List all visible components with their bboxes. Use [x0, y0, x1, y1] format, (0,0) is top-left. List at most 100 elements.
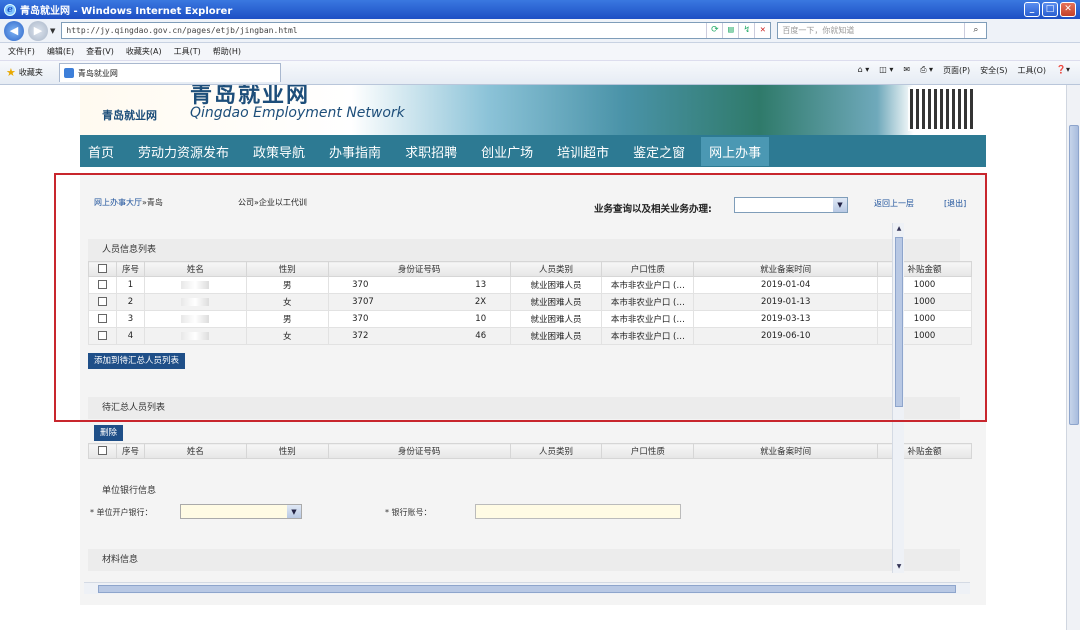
row-id: 370 10	[327, 310, 511, 328]
inner-scroll-thumb[interactable]	[895, 237, 903, 407]
stop-icon[interactable]: ✕	[754, 23, 770, 38]
favorites-star-icon[interactable]: ★	[6, 66, 16, 79]
delete-button[interactable]: 删除	[94, 425, 124, 441]
bank-account-input[interactable]	[475, 504, 681, 519]
page-scroll-thumb[interactable]	[1069, 125, 1079, 425]
col-header: 户口性质	[601, 261, 695, 277]
nav-appraisal[interactable]: 鉴定之窗	[633, 142, 685, 161]
row-checkbox[interactable]	[97, 331, 107, 340]
business-query-label: 业务查询以及相关业务办理:	[594, 204, 712, 215]
menu-file[interactable]: 文件(F)	[8, 46, 35, 57]
page-menu[interactable]: 页面(P)	[943, 65, 970, 76]
chevron-down-icon[interactable]: ▼	[287, 505, 301, 518]
table-row[interactable]: 4 女 372 46 就业困难人员 本市非农业户口 (… 2019-06-10 1…	[88, 327, 972, 345]
history-dropdown-icon[interactable]: ▼	[50, 27, 55, 35]
select-all-checkbox[interactable]	[97, 446, 107, 455]
row-id: 370 13	[327, 276, 511, 294]
breadcrumb-company: 公司»企业以工代训	[238, 197, 307, 208]
menu-tools[interactable]: 工具(T)	[174, 46, 201, 57]
row-checkbox[interactable]	[97, 314, 107, 323]
business-select[interactable]: ▼	[734, 197, 848, 213]
feeds-icon[interactable]: ◫ ▾	[879, 65, 893, 76]
go-icon[interactable]: ↯	[738, 23, 754, 38]
row-name	[143, 276, 247, 294]
add-to-pending-button[interactable]: 添加到待汇总人员列表	[88, 353, 186, 369]
maximize-button[interactable]: □	[1042, 2, 1058, 17]
url-field[interactable]: http://jy.qingdao.gov.cn/pages/etjb/jing…	[61, 22, 772, 39]
window-titlebar: e 青岛就业网 - Windows Internet Explorer _ □ …	[0, 0, 1080, 19]
menu-help[interactable]: 帮助(H)	[213, 46, 241, 57]
close-button[interactable]: ✕	[1060, 2, 1076, 17]
page-viewport: 青岛就业网 青岛就业网 Qingdao Employment Network 首…	[0, 85, 1066, 630]
forward-button[interactable]: ▶	[28, 20, 48, 41]
row-checkbox[interactable]	[97, 280, 107, 289]
favorites-label[interactable]: 收藏夹	[19, 67, 43, 78]
tools-menu[interactable]: 工具(O)	[1017, 65, 1046, 76]
tab-title: 青岛就业网	[77, 68, 118, 78]
col-header: 人员类别	[509, 261, 603, 277]
row-hukou: 本市非农业户口 (…	[601, 310, 695, 328]
table-row[interactable]: 1 男 370 13 就业困难人员 本市非农业户口 (… 2019-01-04 1…	[88, 276, 972, 294]
search-icon[interactable]: ⌕	[964, 23, 986, 38]
row-gender: 女	[245, 293, 329, 311]
col-header: 人员类别	[509, 443, 603, 459]
scroll-up-icon[interactable]: ▲	[893, 223, 905, 235]
menu-favorites[interactable]: 收藏夹(A)	[126, 46, 162, 57]
row-category: 就业困难人员	[509, 293, 603, 311]
row-id: 372 46	[327, 327, 511, 345]
horizontal-scroll-thumb[interactable]	[98, 585, 956, 593]
row-id: 3707 2X	[327, 293, 511, 311]
row-gender: 女	[245, 327, 329, 345]
nav-online-service[interactable]: 网上办事	[701, 136, 770, 166]
browser-tab[interactable]: 青岛就业网	[58, 63, 281, 82]
inner-horizontal-scrollbar[interactable]	[84, 582, 970, 594]
chevron-down-icon[interactable]: ▼	[833, 198, 847, 212]
breadcrumb: 网上办事大厅»青岛	[94, 197, 163, 208]
breadcrumb-hall-link[interactable]: 网上办事大厅	[94, 198, 142, 207]
col-header: 姓名	[143, 261, 247, 277]
nav-training[interactable]: 培训超市	[557, 142, 609, 161]
id-prefix: 370	[352, 280, 369, 290]
scroll-down-icon[interactable]: ▼	[893, 561, 905, 573]
site-nav: 首页 劳动力资源发布 政策导航 办事指南 求职招聘 创业广场 培训超市 鉴定之窗…	[80, 135, 986, 167]
safety-menu[interactable]: 安全(S)	[980, 65, 1007, 76]
id-prefix: 370	[352, 314, 369, 324]
menu-view[interactable]: 查看(V)	[86, 46, 114, 57]
compat-icon[interactable]: ▤	[722, 23, 738, 38]
bank-open-select[interactable]: ▼	[180, 504, 302, 519]
select-all-checkbox[interactable]	[97, 264, 107, 273]
col-header: 就业备案时间	[693, 261, 879, 277]
back-up-link[interactable]: 返回上一层	[874, 198, 914, 209]
home-icon[interactable]: ⌂ ▾	[858, 65, 870, 76]
redacted-name	[181, 280, 210, 289]
table-row[interactable]: 3 男 370 10 就业困难人员 本市非农业户口 (… 2019-03-13 1…	[88, 310, 972, 328]
qr-code-image	[908, 87, 978, 131]
refresh-icon[interactable]: ⟳	[706, 23, 722, 38]
row-checkbox[interactable]	[97, 297, 107, 306]
site-banner: 青岛就业网 青岛就业网 Qingdao Employment Network	[80, 85, 986, 135]
mail-icon[interactable]: ✉	[903, 65, 910, 76]
exit-link[interactable]: [退出]	[944, 198, 966, 209]
menu-edit[interactable]: 编辑(E)	[47, 46, 74, 57]
search-input[interactable]: 百度一下，你就知道 ⌕	[777, 22, 988, 39]
nav-policy[interactable]: 政策导航	[253, 142, 305, 161]
breadcrumb-city: 青岛	[146, 198, 163, 207]
window-title: 青岛就业网 - Windows Internet Explorer	[20, 6, 233, 17]
inner-vertical-scrollbar[interactable]: ▲ ▼	[892, 223, 904, 573]
table-row[interactable]: 2 女 3707 2X 就业困难人员 本市非农业户口 (… 2019-01-13 …	[88, 293, 972, 311]
minimize-button[interactable]: _	[1024, 2, 1040, 17]
help-icon[interactable]: ❓▾	[1056, 65, 1070, 76]
col-header: 性别	[245, 443, 329, 459]
col-header: 身份证号码	[327, 443, 511, 459]
back-button[interactable]: ◀	[4, 20, 24, 41]
nav-guide[interactable]: 办事指南	[329, 142, 381, 161]
row-checkbox-cell	[88, 293, 117, 311]
nav-labor-resources[interactable]: 劳动力资源发布	[138, 142, 229, 161]
row-gender: 男	[245, 276, 329, 294]
nav-jobs[interactable]: 求职招聘	[405, 142, 457, 161]
print-icon[interactable]: ⎙ ▾	[920, 65, 933, 76]
nav-home[interactable]: 首页	[88, 142, 114, 161]
nav-startup[interactable]: 创业广场	[481, 142, 533, 161]
redacted-name	[181, 297, 210, 306]
page-vertical-scrollbar[interactable]	[1066, 85, 1080, 630]
